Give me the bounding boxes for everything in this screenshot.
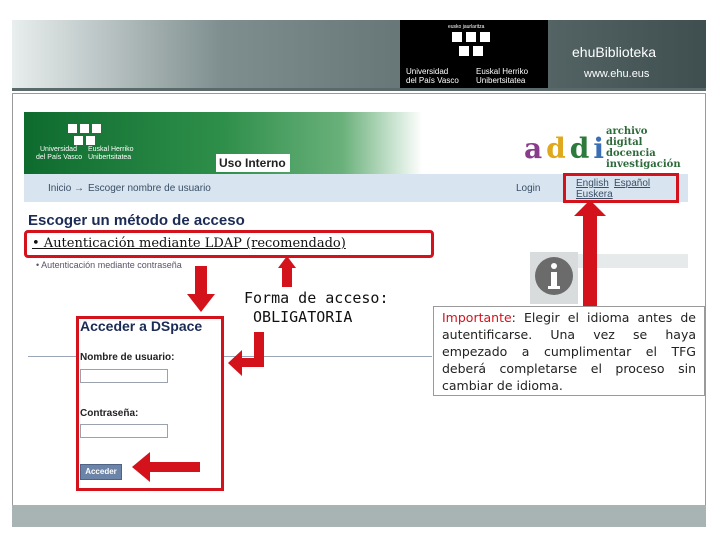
arrow-left-icon (132, 452, 200, 482)
annotation-arrows (132, 200, 606, 482)
arrow-down-icon (187, 266, 215, 312)
arrow-bent-icon (228, 332, 264, 376)
arrow-up-icon (278, 256, 296, 287)
arrow-up-language-icon (574, 200, 606, 306)
